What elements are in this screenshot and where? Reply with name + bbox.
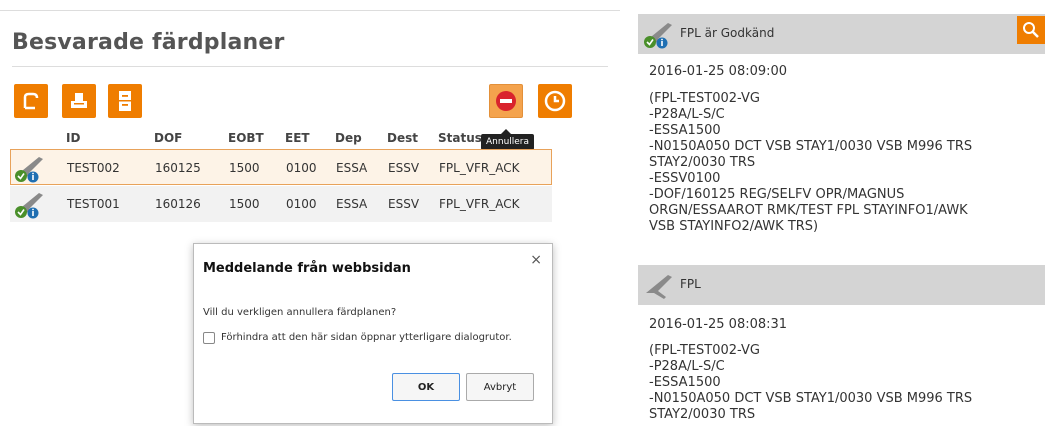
clock-button[interactable] bbox=[538, 84, 572, 118]
section-header-approved: FPL är Godkänd bbox=[638, 14, 1045, 54]
flight-plan-list-panel: Besvarade färdplaner Annullera ID DOF EO… bbox=[0, 0, 620, 426]
ok-button[interactable]: OK bbox=[392, 373, 460, 401]
suppress-dialogs-label[interactable]: Förhindra att den här sidan öppnar ytter… bbox=[221, 332, 512, 343]
column-header-eobt[interactable]: EOBT bbox=[228, 131, 264, 145]
approved-plane-icon bbox=[15, 193, 43, 219]
cell-eobt: 1500 bbox=[229, 197, 260, 211]
column-header-eet[interactable]: EET bbox=[285, 131, 310, 145]
top-divider bbox=[0, 10, 620, 11]
cell-eet: 0100 bbox=[286, 197, 317, 211]
cell-id: TEST002 bbox=[67, 161, 120, 175]
cancel-icon bbox=[496, 91, 516, 111]
cancel-button[interactable]: Avbryt bbox=[466, 373, 534, 401]
column-header-status[interactable]: Status bbox=[438, 131, 482, 145]
cell-dof: 160125 bbox=[155, 161, 201, 175]
suppress-dialogs-checkbox[interactable] bbox=[203, 332, 215, 344]
cell-status: FPL_VFR_ACK bbox=[439, 161, 520, 175]
message-body: (FPL-TEST002-VG -P28A/L-S/C -ESSA1500 -N… bbox=[649, 91, 973, 234]
cell-dep: ESSA bbox=[336, 197, 368, 211]
section-title: FPL bbox=[680, 277, 701, 291]
message-timestamp: 2016-01-25 08:08:31 bbox=[649, 317, 788, 332]
table-row[interactable]: TEST001 160126 1500 0100 ESSA ESSV FPL_V… bbox=[10, 186, 552, 222]
approved-plane-icon bbox=[15, 157, 43, 183]
search-button[interactable] bbox=[1017, 16, 1045, 44]
page-title: Besvarade färdplaner bbox=[12, 30, 285, 55]
section-title: FPL är Godkänd bbox=[680, 26, 775, 40]
open-icon bbox=[23, 92, 39, 110]
dialog-title: Meddelande från webbsidan bbox=[203, 261, 411, 276]
column-header-dest[interactable]: Dest bbox=[387, 131, 418, 145]
cell-dep: ESSA bbox=[336, 161, 368, 175]
message-history-panel: FPL är Godkänd 2016-01-25 08:09:00 (FPL-… bbox=[638, 0, 1045, 426]
open-button[interactable] bbox=[14, 84, 48, 118]
column-header-id[interactable]: ID bbox=[66, 131, 80, 145]
cell-dest: ESSV bbox=[388, 161, 420, 175]
print-icon bbox=[71, 93, 87, 108]
cell-eobt: 1500 bbox=[229, 161, 260, 175]
dialog-message: Vill du verkligen annullera färdplanen? bbox=[203, 307, 397, 318]
cancel-tooltip: Annullera bbox=[481, 129, 535, 150]
table-row[interactable]: TEST002 160125 1500 0100 ESSA ESSV FPL_V… bbox=[10, 149, 552, 185]
archive-icon bbox=[119, 91, 131, 111]
column-header-dof[interactable]: DOF bbox=[154, 131, 182, 145]
print-button[interactable] bbox=[62, 84, 96, 118]
cell-dof: 160126 bbox=[155, 197, 201, 211]
approved-plane-icon bbox=[644, 23, 672, 49]
plane-icon bbox=[646, 275, 672, 299]
confirm-dialog: Meddelande från webbsidan × Vill du verk… bbox=[193, 243, 553, 424]
clock-icon bbox=[544, 90, 566, 112]
search-icon bbox=[1023, 22, 1039, 38]
column-header-dep[interactable]: Dep bbox=[335, 131, 362, 145]
cell-eet: 0100 bbox=[286, 161, 317, 175]
message-timestamp: 2016-01-25 08:09:00 bbox=[649, 64, 788, 79]
close-icon[interactable]: × bbox=[530, 252, 542, 268]
section-header-fpl: FPL bbox=[638, 265, 1045, 305]
archive-button[interactable] bbox=[108, 84, 142, 118]
cancel-plan-button[interactable] bbox=[489, 84, 523, 118]
cell-status: FPL_VFR_ACK bbox=[439, 197, 520, 211]
cell-dest: ESSV bbox=[388, 197, 420, 211]
message-body: (FPL-TEST002-VG -P28A/L-S/C -ESSA1500 -N… bbox=[649, 343, 973, 422]
title-divider bbox=[12, 66, 608, 67]
cell-id: TEST001 bbox=[67, 197, 120, 211]
